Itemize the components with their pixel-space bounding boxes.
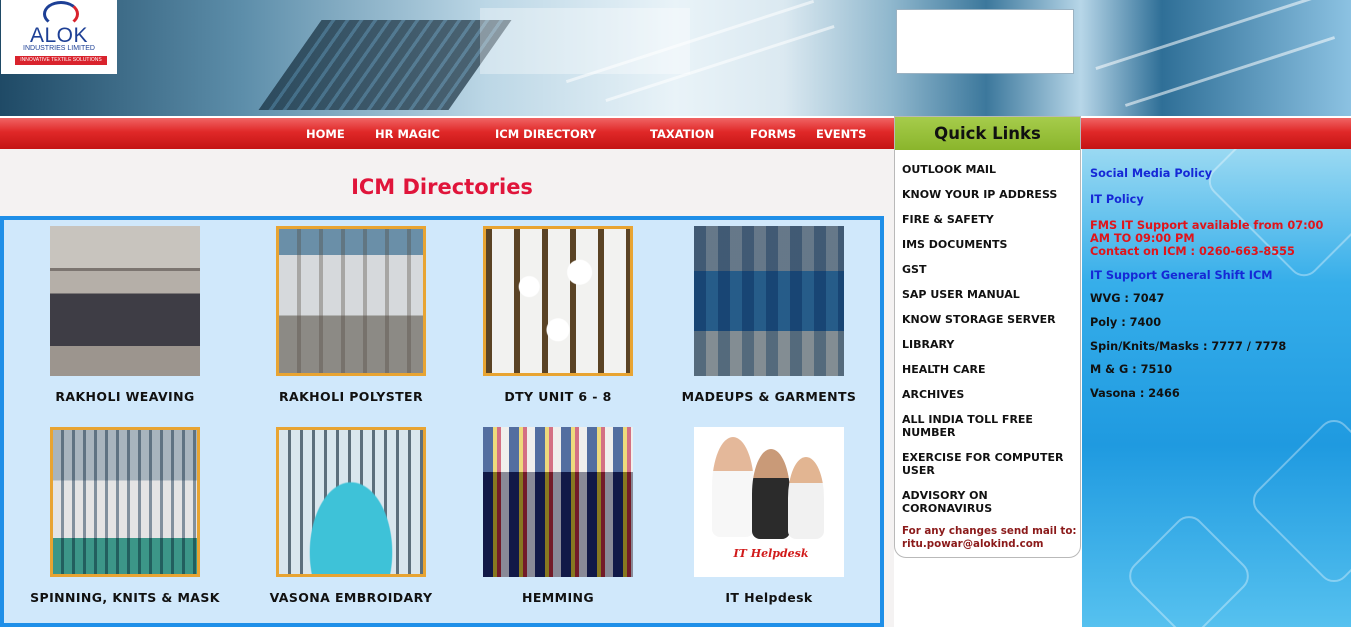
main-nav-bar: HOME HR MAGIC ICM DIRECTORY TAXATION FOR… — [0, 116, 1351, 149]
quick-link-archives[interactable]: ARCHIVES — [902, 388, 1072, 401]
logo-subtitle: INDUSTRIES LIMITED — [23, 45, 95, 52]
quick-link-coronavirus[interactable]: ADVISORY ON CORONAVIRUS — [902, 489, 1072, 515]
main-content: ICM Directories RAKHOLI WEAVING RAKHOLI … — [0, 149, 894, 627]
tile-image-hemming[interactable] — [483, 427, 633, 577]
tile-image-spinning-knits-mask[interactable] — [50, 427, 200, 577]
tile-label-rakholi-polyster[interactable]: RAKHOLI POLYSTER — [246, 389, 456, 404]
tile-image-rakholi-weaving[interactable] — [50, 226, 200, 376]
quick-link-storage-server[interactable]: KNOW STORAGE SERVER — [902, 313, 1072, 326]
nav-forms[interactable]: FORMS — [750, 127, 796, 141]
quick-link-toll-free[interactable]: ALL INDIA TOLL FREE NUMBER — [902, 413, 1072, 439]
nav-taxation[interactable]: TAXATION — [650, 127, 714, 141]
nav-events[interactable]: EVENTS — [816, 127, 866, 141]
decorative-shape — [1246, 413, 1351, 589]
header-banner: ALOK INDUSTRIES LIMITED INNOVATIVE TEXTI… — [0, 0, 1351, 116]
nav-icm-directory[interactable]: ICM DIRECTORY — [495, 127, 596, 141]
header-keyboard-graphic — [258, 20, 512, 110]
fms-support-notice: FMS IT Support available from 07:00 AM T… — [1090, 219, 1324, 245]
quick-links-contact-note: For any changes send mail to: ritu.powar… — [902, 525, 1077, 550]
helpdesk-person-icon — [788, 457, 824, 539]
quick-link-outlook-mail[interactable]: OUTLOOK MAIL — [902, 163, 1072, 176]
quick-links-title: Quick Links — [895, 117, 1080, 150]
extension-wvg: WVG : 7047 — [1090, 292, 1165, 305]
tile-image-vasona-embroidary[interactable] — [276, 427, 426, 577]
logo-tagline: INNOVATIVE TEXTILE SOLUTIONS — [15, 56, 107, 65]
quick-link-gst[interactable]: GST — [902, 263, 1072, 276]
decorative-shape — [1122, 509, 1256, 627]
helpdesk-person-icon — [752, 449, 790, 539]
quick-links-panel: Quick Links OUTLOOK MAIL KNOW YOUR IP AD… — [894, 116, 1081, 558]
company-logo[interactable]: ALOK INDUSTRIES LIMITED INNOVATIVE TEXTI… — [1, 0, 117, 74]
nav-hr-magic[interactable]: HR MAGIC — [375, 127, 440, 141]
quick-link-library[interactable]: LIBRARY — [902, 338, 1072, 351]
quick-link-ip-address[interactable]: KNOW YOUR IP ADDRESS — [902, 188, 1072, 201]
tile-label-it-helpdesk[interactable]: IT Helpdesk — [664, 590, 874, 605]
general-shift-heading: IT Support General Shift ICM — [1090, 269, 1273, 282]
tile-label-spinning-knits-mask[interactable]: SPINNING, KNITS & MASK — [20, 590, 230, 605]
page-title: ICM Directories — [351, 175, 533, 199]
helpdesk-image-caption: IT Helpdesk — [733, 547, 809, 560]
tile-label-rakholi-weaving[interactable]: RAKHOLI WEAVING — [20, 389, 230, 404]
tile-label-dty-unit[interactable]: DTY UNIT 6 - 8 — [453, 389, 663, 404]
directory-gallery: RAKHOLI WEAVING RAKHOLI POLYSTER DTY UNI… — [0, 216, 884, 627]
quick-link-ims-documents[interactable]: IMS DOCUMENTS — [902, 238, 1072, 251]
tile-label-vasona-embroidary[interactable]: VASONA EMBROIDARY — [246, 590, 456, 605]
quick-link-exercise[interactable]: EXERCISE FOR COMPUTER USER — [902, 451, 1072, 477]
tile-image-rakholi-polyster[interactable] — [276, 226, 426, 376]
helpdesk-person-icon — [712, 437, 754, 537]
extension-poly: Poly : 7400 — [1090, 316, 1162, 329]
tile-label-hemming[interactable]: HEMMING — [453, 590, 663, 605]
quick-link-health-care[interactable]: HEALTH CARE — [902, 363, 1072, 376]
tile-image-madeups-garments[interactable] — [694, 226, 844, 376]
extension-vasona: Vasona : 2466 — [1090, 387, 1180, 400]
header-light-panel — [480, 8, 690, 74]
header-light-streak — [1095, 0, 1325, 71]
quick-link-fire-safety[interactable]: FIRE & SAFETY — [902, 213, 1072, 226]
quick-link-sap-user-manual[interactable]: SAP USER MANUAL — [902, 288, 1072, 301]
extension-m-and-g: M & G : 7510 — [1090, 363, 1173, 376]
tile-image-dty-unit[interactable] — [483, 226, 633, 376]
social-media-policy-link[interactable]: Social Media Policy — [1090, 167, 1345, 180]
icm-contact-notice: Contact on ICM : 0260-663-8555 — [1090, 245, 1295, 258]
nav-home[interactable]: HOME — [306, 127, 345, 141]
extension-spin-knits-masks: Spin/Knits/Masks : 7777 / 7778 — [1090, 340, 1287, 353]
tile-label-madeups-garments[interactable]: MADEUPS & GARMENTS — [664, 389, 874, 404]
right-info-panel: Social Media Policy IT Policy FMS IT Sup… — [1082, 149, 1351, 627]
header-blank-box — [896, 9, 1074, 74]
it-policy-link[interactable]: IT Policy — [1090, 193, 1345, 206]
tile-image-it-helpdesk[interactable]: IT Helpdesk — [694, 427, 844, 577]
